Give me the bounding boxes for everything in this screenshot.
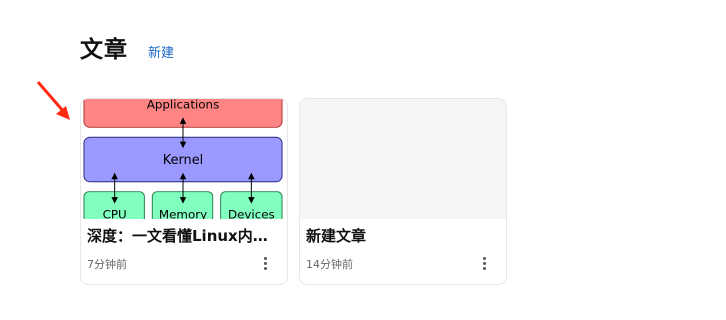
linux-kernel-diagram-thumbnail: Applications Kernel CPU Memory Devices [83, 99, 283, 219]
cpu-label: CPU [103, 207, 127, 219]
more-options-icon[interactable] [476, 254, 492, 272]
kernel-label: Kernel [163, 153, 203, 168]
applications-label: Applications [147, 99, 220, 111]
red-arrow-icon [36, 81, 70, 120]
card-timestamp: 14分钟前 [306, 258, 353, 271]
more-options-icon[interactable] [257, 254, 273, 272]
card-timestamp: 7分钟前 [87, 258, 127, 271]
card-title[interactable]: 深度：一文看懂Linux内核！Linux内核架构和工作原理详解 [87, 225, 279, 246]
article-card[interactable]: Applications Kernel CPU Memory Devices 深… [80, 98, 288, 285]
page-title: 文章 [80, 37, 128, 63]
card-title[interactable]: 新建文章 [306, 225, 498, 246]
page-header: 文章 新建 [80, 30, 174, 64]
memory-label: Memory [159, 207, 207, 219]
article-card[interactable]: 新建文章 14分钟前 [299, 98, 507, 285]
devices-label: Devices [228, 207, 275, 219]
new-article-link[interactable]: 新建 [148, 42, 174, 61]
empty-thumbnail [300, 99, 506, 219]
